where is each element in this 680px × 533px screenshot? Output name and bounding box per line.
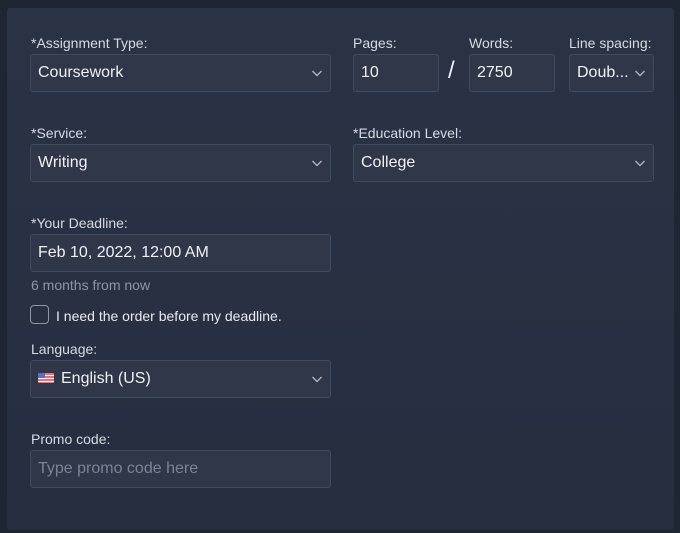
page-frame: *Assignment Type: Coursework Pages: 10 /… xyxy=(0,0,680,533)
before-deadline-checkbox[interactable] xyxy=(30,305,49,324)
assignment-type-label: *Assignment Type: xyxy=(31,35,148,51)
before-deadline-label[interactable]: I need the order before my deadline. xyxy=(56,308,282,324)
words-value: 2750 xyxy=(477,64,513,81)
education-level-value: College xyxy=(361,154,416,171)
language-label: Language: xyxy=(31,341,98,357)
promo-code-input[interactable]: Type promo code here xyxy=(30,450,331,488)
language-select[interactable]: English (US) xyxy=(30,360,331,398)
education-level-label: *Education Level: xyxy=(353,125,462,141)
chevron-down-icon xyxy=(311,158,323,168)
line-spacing-label: Line spacing: xyxy=(569,35,652,51)
chevron-down-icon xyxy=(634,68,646,78)
assignment-type-select[interactable]: Coursework xyxy=(30,54,331,92)
assignment-type-value: Coursework xyxy=(38,64,124,81)
line-spacing-value: Doub... xyxy=(577,64,629,81)
us-flag-icon xyxy=(38,372,54,383)
promo-code-label: Promo code: xyxy=(31,431,111,447)
chevron-down-icon xyxy=(311,68,323,78)
words-input[interactable]: 2750 xyxy=(469,54,555,92)
promo-code-placeholder: Type promo code here xyxy=(38,460,199,477)
deadline-input[interactable]: Feb 10, 2022, 12:00 AM xyxy=(30,234,331,272)
chevron-down-icon xyxy=(634,158,646,168)
pages-label: Pages: xyxy=(353,35,397,51)
line-spacing-select[interactable]: Doub... xyxy=(569,54,654,92)
chevron-down-icon xyxy=(311,374,323,384)
pages-input[interactable]: 10 xyxy=(353,54,439,92)
deadline-hint: 6 months from now xyxy=(31,277,151,293)
language-value: English (US) xyxy=(61,370,151,387)
pages-value: 10 xyxy=(361,64,379,81)
service-value: Writing xyxy=(38,154,88,171)
deadline-label: *Your Deadline: xyxy=(31,215,128,231)
deadline-value: Feb 10, 2022, 12:00 AM xyxy=(38,244,209,261)
service-label: *Service: xyxy=(31,125,88,141)
words-label: Words: xyxy=(469,35,514,51)
education-level-select[interactable]: College xyxy=(353,144,654,182)
service-select[interactable]: Writing xyxy=(30,144,331,182)
pages-words-separator: / xyxy=(448,57,455,84)
